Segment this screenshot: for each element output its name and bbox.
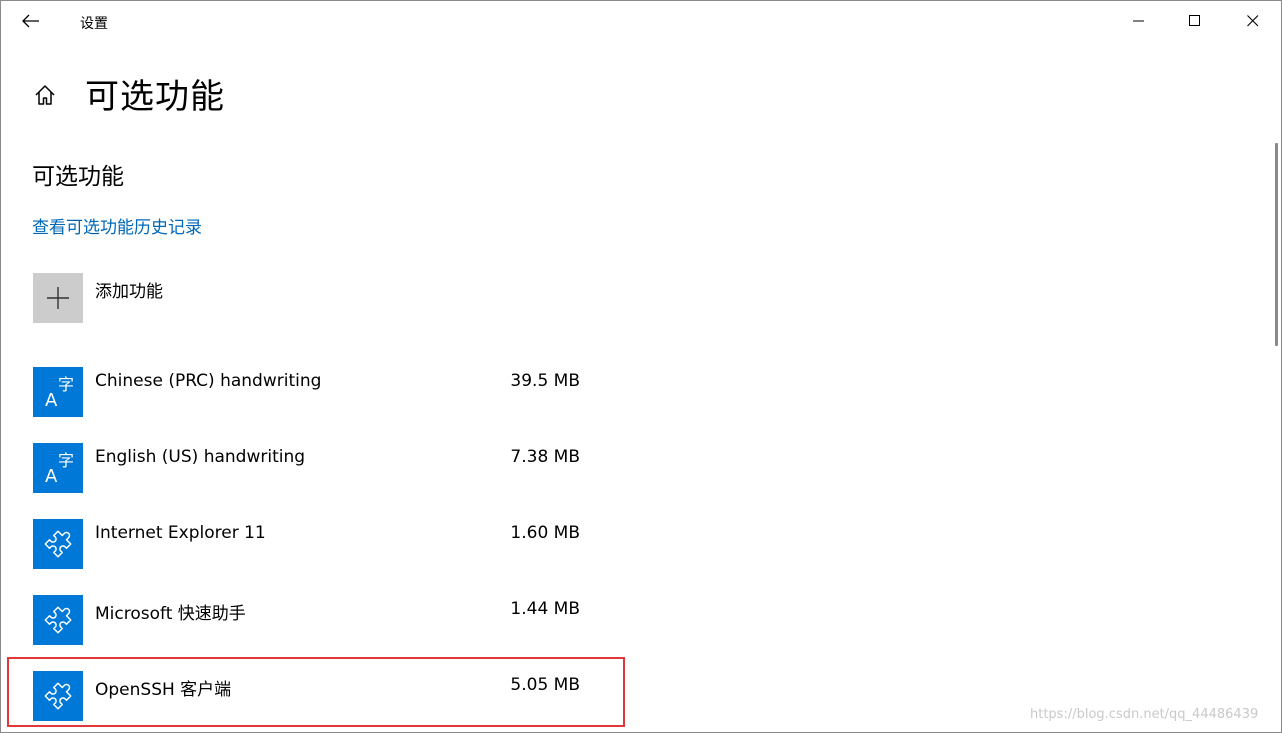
add-tile (33, 273, 83, 323)
home-button[interactable] (29, 79, 61, 111)
back-button[interactable] (11, 7, 51, 35)
plus-icon (47, 287, 69, 309)
close-button[interactable] (1225, 1, 1281, 41)
scrollbar[interactable] (1275, 143, 1278, 346)
feature-item-openssh-client[interactable]: OpenSSH 客户端 5.05 MB (33, 671, 593, 721)
feature-size: 39.5 MB (510, 371, 580, 391)
close-icon (1247, 15, 1259, 27)
feature-tile: 字 A (33, 443, 83, 493)
feature-list: 字 A Chinese (PRC) handwriting 39.5 MB 字 … (33, 367, 593, 732)
feature-item-quick-assist[interactable]: Microsoft 快速助手 1.44 MB (33, 595, 593, 645)
feature-name: English (US) handwriting (95, 447, 306, 467)
settings-window: 设置 可选功能 可选功能 查看可选功能历史记录 添加功能 字 A Chinese… (0, 0, 1282, 733)
minimize-icon (1133, 20, 1144, 22)
view-history-link[interactable]: 查看可选功能历史记录 (32, 213, 202, 238)
feature-name: Microsoft 快速助手 (95, 604, 246, 624)
puzzle-icon (44, 682, 72, 710)
page-title: 可选功能 (85, 77, 225, 117)
feature-name: Chinese (PRC) handwriting (95, 371, 322, 391)
feature-name: Internet Explorer 11 (95, 523, 266, 543)
feature-size: 1.44 MB (510, 599, 580, 619)
svg-text:字: 字 (58, 375, 74, 394)
title-bar: 设置 (1, 1, 1281, 41)
svg-text:字: 字 (58, 451, 74, 470)
feature-name: OpenSSH 客户端 (95, 680, 232, 700)
feature-item-internet-explorer[interactable]: Internet Explorer 11 1.60 MB (33, 519, 593, 569)
maximize-icon (1189, 15, 1200, 26)
maximize-button[interactable] (1167, 1, 1223, 41)
feature-tile: 字 A (33, 367, 83, 417)
feature-item-chinese-handwriting[interactable]: 字 A Chinese (PRC) handwriting 39.5 MB (33, 367, 593, 417)
add-feature-button[interactable]: 添加功能 (33, 273, 433, 323)
puzzle-icon (44, 530, 72, 558)
language-icon: 字 A (45, 375, 74, 409)
puzzle-icon (44, 606, 72, 634)
feature-size: 1.60 MB (510, 523, 580, 543)
language-icon: 字 A (45, 451, 74, 485)
home-icon (35, 85, 55, 105)
add-feature-label: 添加功能 (95, 282, 163, 302)
section-title: 可选功能 (32, 164, 124, 190)
feature-tile (33, 519, 83, 569)
feature-size: 7.38 MB (510, 447, 580, 467)
feature-size: 5.05 MB (510, 675, 580, 695)
watermark: https://blog.csdn.net/qq_44486439 (1030, 707, 1259, 722)
feature-tile (33, 595, 83, 645)
feature-item-english-handwriting[interactable]: 字 A English (US) handwriting 7.38 MB (33, 443, 593, 493)
back-arrow-icon (22, 14, 39, 28)
feature-tile (33, 671, 83, 721)
svg-text:A: A (45, 466, 58, 485)
minimize-button[interactable] (1111, 1, 1167, 41)
svg-text:A: A (45, 390, 58, 409)
window-title: 设置 (80, 16, 108, 32)
